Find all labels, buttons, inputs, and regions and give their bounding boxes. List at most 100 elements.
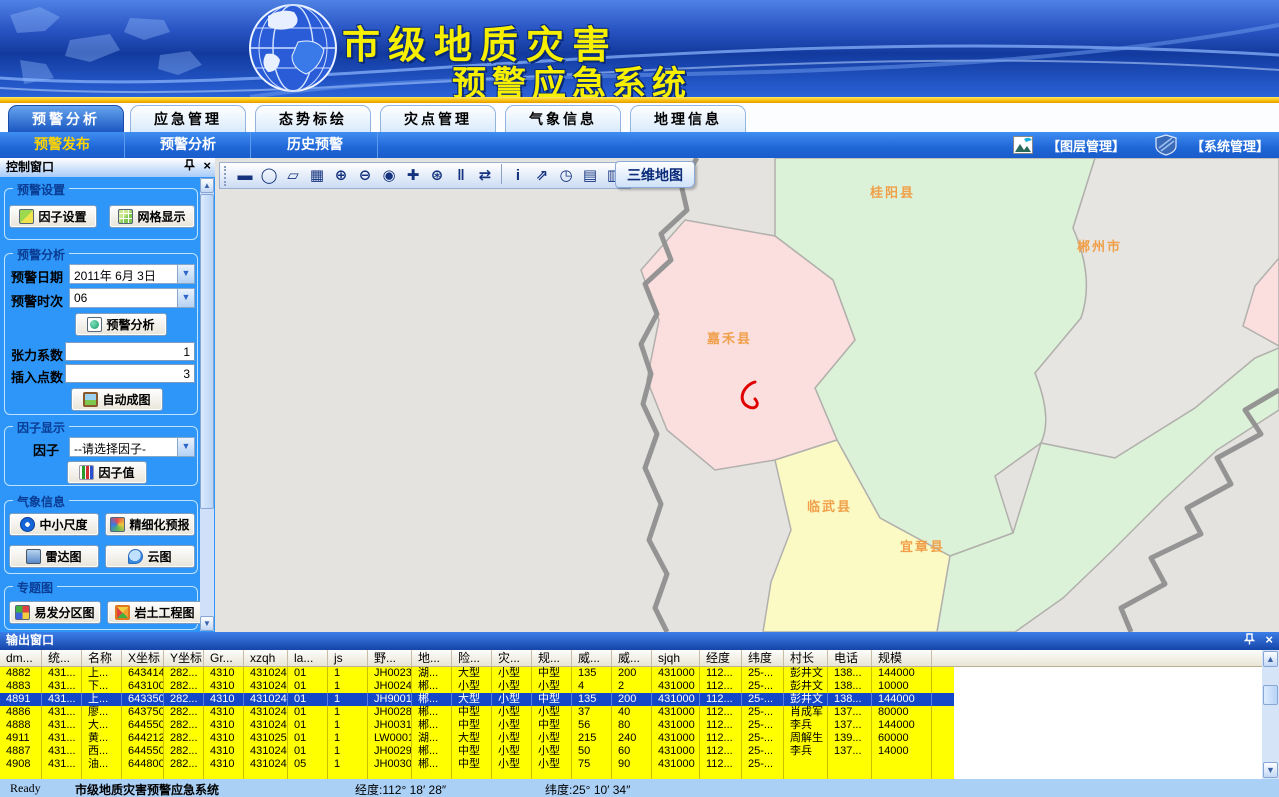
cloud-map-button[interactable]: 云图 xyxy=(105,545,195,568)
refresh-swap-icon[interactable]: ⇄ xyxy=(473,164,497,187)
3d-map-button[interactable]: 三维地图 xyxy=(615,161,695,188)
column-header[interactable]: 灾... xyxy=(492,650,532,666)
geotechnical-map-button[interactable]: 岩土工程图 xyxy=(107,601,203,624)
column-header[interactable]: 规... xyxy=(532,650,572,666)
table-row[interactable]: 4911431...黄...644212282...4310431025011L… xyxy=(0,732,954,745)
column-header[interactable]: 规模 xyxy=(872,650,932,666)
chevron-down-icon[interactable]: ▼ xyxy=(177,289,194,307)
tab-emergency-management[interactable]: 应急管理 xyxy=(130,105,246,132)
column-header[interactable]: 名称 xyxy=(82,650,122,666)
factor-combo[interactable]: --请选择因子- ▼ xyxy=(69,437,195,457)
output-scrollbar[interactable]: ▲ ▼ xyxy=(1262,650,1279,779)
radar-map-button[interactable]: 雷达图 xyxy=(9,545,99,568)
auto-map-button[interactable]: 自动成图 xyxy=(71,388,163,411)
column-header[interactable]: sjqh xyxy=(652,650,700,666)
meso-scale-button[interactable]: 中小尺度 xyxy=(9,513,99,536)
column-header[interactable]: 电话 xyxy=(828,650,872,666)
measure-distance-icon[interactable]: ▬ xyxy=(233,164,257,187)
insert-points-input[interactable] xyxy=(65,364,195,383)
column-header[interactable]: 地... xyxy=(412,650,452,666)
tab-disaster-point-management[interactable]: 灾点管理 xyxy=(380,105,496,132)
column-header[interactable]: 村长 xyxy=(784,650,828,666)
table-row[interactable]: 4908431...油...644800282...4310431024051J… xyxy=(0,758,954,771)
column-header[interactable]: 险... xyxy=(452,650,492,666)
column-header[interactable]: dm... xyxy=(0,650,42,666)
map-view[interactable]: 桂阳县 郴州市 嘉禾县 临武县 宜章县 ▬◯▱▦⊕⊖◉✚⊛‖⇄i⇗◷▤▥ 三维地… xyxy=(215,158,1279,632)
warning-analyze-button[interactable]: 预警分析 xyxy=(75,313,167,336)
close-icon[interactable]: × xyxy=(203,159,211,172)
close-icon[interactable]: × xyxy=(1265,633,1273,646)
column-header[interactable]: xzqh xyxy=(244,650,288,666)
column-header[interactable]: 野... xyxy=(368,650,412,666)
tension-coefficient-input[interactable] xyxy=(65,342,195,361)
chevron-down-icon[interactable]: ▼ xyxy=(177,438,194,456)
table-cell: 郴... xyxy=(412,758,452,771)
pin-icon[interactable] xyxy=(184,159,195,172)
scroll-down-icon[interactable]: ▼ xyxy=(200,616,214,631)
subtab-warning-analysis[interactable]: 预警分析 xyxy=(126,132,251,158)
pin-icon[interactable] xyxy=(1244,633,1255,646)
factor-value-button[interactable]: 因子值 xyxy=(67,461,147,484)
table-row[interactable]: 4883431...下...643100282...4310431024011J… xyxy=(0,680,954,693)
table-row[interactable]: 4888431...大...644550282...4310431024011J… xyxy=(0,719,954,732)
zoom-select-icon[interactable]: ⊛ xyxy=(425,164,449,187)
column-header[interactable]: Gr... xyxy=(204,650,244,666)
pause-icon[interactable]: ‖ xyxy=(449,164,473,187)
tab-weather-info[interactable]: 气象信息 xyxy=(505,105,621,132)
table-row[interactable]: 4886431...廖...643750282...4310431024011J… xyxy=(0,706,954,719)
print-icon[interactable]: ▤ xyxy=(578,164,602,187)
toolbar-grip[interactable] xyxy=(224,166,228,186)
susceptibility-zone-map-button[interactable]: 易发分区图 xyxy=(9,601,101,624)
column-header[interactable]: 纬度 xyxy=(742,650,784,666)
table-cell: 137... xyxy=(828,745,872,758)
panel-scrollbar[interactable]: ▲ ▼ xyxy=(200,178,214,631)
subtab-warning-publish[interactable]: 预警发布 xyxy=(0,132,125,158)
table-cell: 4310 xyxy=(204,745,244,758)
scrollbar-thumb[interactable] xyxy=(1263,685,1278,705)
table-row[interactable]: 4882431...上...643414282...4310431024011J… xyxy=(0,667,954,680)
warning-date-combo[interactable]: 2011年 6月 3日 ▼ xyxy=(69,264,195,284)
scroll-down-icon[interactable]: ▼ xyxy=(1263,762,1278,778)
table-cell: 56 xyxy=(572,719,612,732)
layer-manager-button[interactable]: 【图层管理】 xyxy=(1047,136,1125,155)
export-icon[interactable]: ⇗ xyxy=(530,164,554,187)
column-header[interactable]: 威... xyxy=(612,650,652,666)
scrollbar-thumb[interactable] xyxy=(200,194,214,509)
warning-time-combo[interactable]: 06 ▼ xyxy=(69,288,195,308)
history-clock-icon[interactable]: ◷ xyxy=(554,164,578,187)
column-header[interactable]: 经度 xyxy=(700,650,742,666)
chevron-down-icon[interactable]: ▼ xyxy=(177,265,194,283)
table-cell: 135 xyxy=(572,693,612,706)
zoom-in-icon[interactable]: ⊕ xyxy=(329,164,353,187)
table-cell xyxy=(652,771,700,779)
table-row[interactable] xyxy=(0,771,954,779)
measure-polygon-icon[interactable]: ▱ xyxy=(281,164,305,187)
table-cell xyxy=(244,771,288,779)
factor-settings-button[interactable]: 因子设置 xyxy=(9,205,97,228)
grid-display-button[interactable]: 网格显示 xyxy=(109,205,195,228)
column-header[interactable]: js xyxy=(328,650,368,666)
system-manager-button[interactable]: 【系统管理】 xyxy=(1191,136,1269,155)
column-header[interactable]: 威... xyxy=(572,650,612,666)
table-cell: 大型 xyxy=(452,732,492,745)
subtab-history-warning[interactable]: 历史预警 xyxy=(253,132,378,158)
tab-geographic-info[interactable]: 地理信息 xyxy=(630,105,746,132)
measure-circle-icon[interactable]: ◯ xyxy=(257,164,281,187)
zoom-out-icon[interactable]: ⊖ xyxy=(353,164,377,187)
scroll-up-icon[interactable]: ▲ xyxy=(1263,651,1278,667)
fine-forecast-button[interactable]: 精细化预报 xyxy=(105,513,195,536)
column-header[interactable]: Y坐标 xyxy=(164,650,204,666)
scroll-up-icon[interactable]: ▲ xyxy=(200,178,214,193)
full-extent-globe-icon[interactable]: ◉ xyxy=(377,164,401,187)
identify-info-icon[interactable]: i xyxy=(506,164,530,187)
tab-situation-plotting[interactable]: 态势标绘 xyxy=(255,105,371,132)
column-header[interactable]: X坐标 xyxy=(122,650,164,666)
table-row[interactable]: 4887431...西...644550282...4310431024011J… xyxy=(0,745,954,758)
column-header[interactable]: la... xyxy=(288,650,328,666)
tab-warning-analysis[interactable]: 预警分析 xyxy=(8,105,124,132)
grid-view-icon[interactable]: ▦ xyxy=(305,164,329,187)
column-header[interactable]: 统... xyxy=(42,650,82,666)
pan-hand-icon[interactable]: ✚ xyxy=(401,164,425,187)
table-row[interactable]: 4891431...上...643350282...4310431024011J… xyxy=(0,693,954,706)
table-cell: 40 xyxy=(612,706,652,719)
